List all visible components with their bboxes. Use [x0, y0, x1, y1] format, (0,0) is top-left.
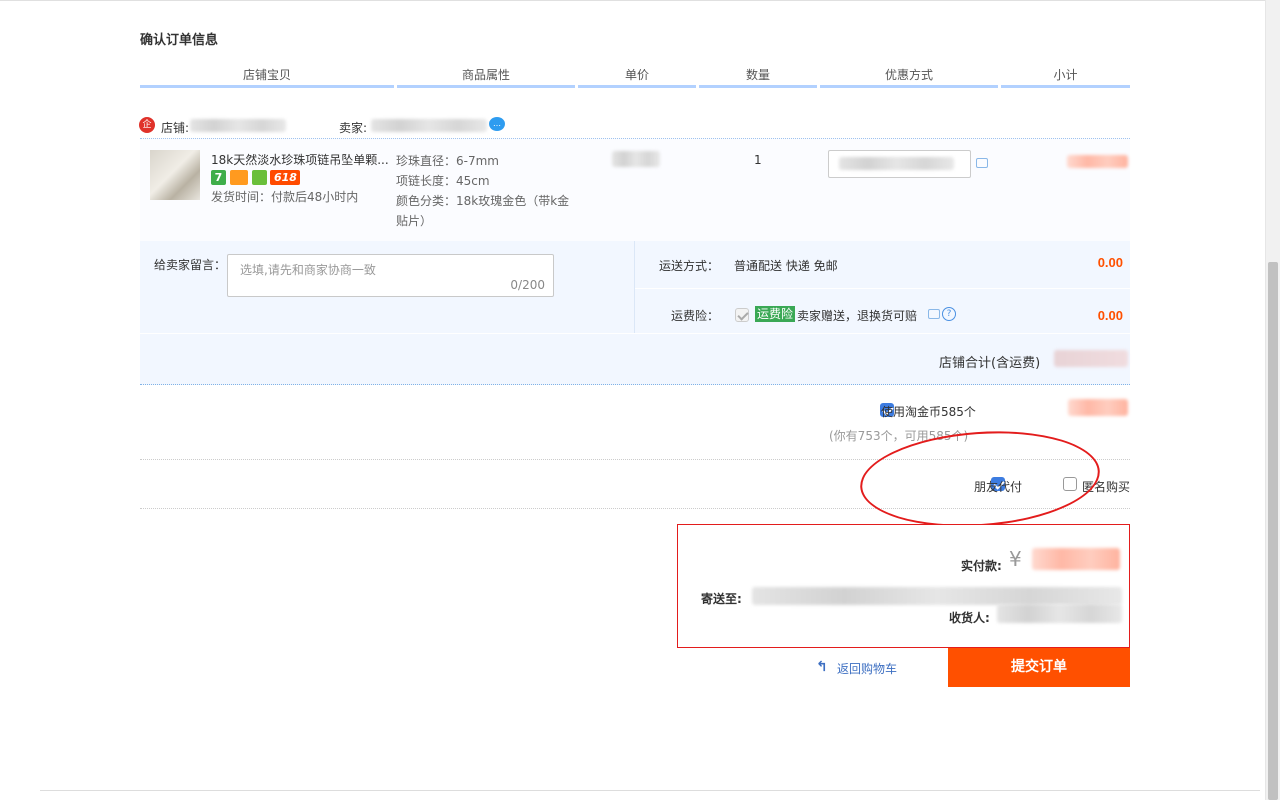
- shipping-price: 0.00: [1097, 255, 1123, 270]
- insurance-tag: 运费险: [755, 306, 796, 322]
- promo-618-icon: 618: [270, 170, 301, 185]
- back-arrow-icon[interactable]: ↰: [816, 659, 828, 675]
- item-quantity: 1: [754, 153, 762, 167]
- insurance-price: 0.00: [1097, 308, 1123, 323]
- chat-icon[interactable]: …: [489, 117, 505, 131]
- message-label: 给卖家留言：: [154, 258, 227, 272]
- discount-info-icon[interactable]: [976, 158, 988, 168]
- panel-divider-v: [634, 241, 635, 333]
- insurance-chat-icon[interactable]: [928, 309, 940, 319]
- unit-price: [612, 151, 660, 167]
- message-textarea[interactable]: 选填,请先和商家协商一致 0/200: [227, 254, 554, 297]
- message-counter: 0/200: [510, 278, 545, 292]
- insurance-text: 卖家赠送，退换货可赔: [797, 309, 918, 323]
- item-thumbnail[interactable]: [150, 150, 200, 200]
- insurance-checkbox[interactable]: [735, 308, 749, 322]
- seven-day-return-icon: 7: [211, 170, 226, 185]
- panel-divider-h2: [140, 333, 1130, 334]
- item-attr-color: 颜色分类：18k玫瑰金色（带k金: [396, 194, 570, 208]
- col-header-price: 单价: [578, 68, 696, 88]
- insurance-help-icon[interactable]: ?: [942, 307, 956, 321]
- discount-select[interactable]: [828, 150, 971, 178]
- item-attr-diameter: 珍珠直径：6-7mm: [396, 154, 499, 168]
- ship-to-address: [752, 587, 1122, 605]
- coins-deduction-value: [1068, 399, 1128, 416]
- guarantee-icon: [251, 170, 267, 185]
- footer-divider: [40, 790, 1260, 791]
- col-header-qty: 数量: [699, 68, 817, 88]
- seller-name[interactable]: [371, 119, 487, 132]
- coins-label[interactable]: 使用淘金币585个: [881, 403, 976, 420]
- shipping-method-value: 普通配送 快递 免邮: [734, 259, 838, 273]
- seller-label: 卖家:: [339, 121, 368, 135]
- shop-total-label: 店铺合计(含运费): [939, 356, 1041, 371]
- item-subtotal: [1067, 155, 1128, 168]
- submit-order-button[interactable]: 提交订单: [948, 648, 1130, 687]
- shop-total-value: [1054, 350, 1128, 367]
- shop-label: 店铺:: [161, 121, 190, 135]
- credit-card-icon: [229, 170, 248, 185]
- shop-name[interactable]: [190, 119, 286, 132]
- currency-symbol: ¥: [1009, 547, 1022, 571]
- shipping-method-label: 运送方式：: [659, 259, 720, 273]
- item-ship-time: 发货时间：付款后48小时内: [211, 190, 359, 204]
- shop-icon: 企: [139, 117, 155, 133]
- item-attr-length: 项链长度：45cm: [396, 174, 490, 188]
- col-header-attrs: 商品属性: [397, 68, 575, 88]
- order-summary-box: [677, 524, 1130, 648]
- receiver-label: 收货人:: [949, 611, 990, 625]
- page-title: 确认订单信息: [140, 33, 219, 48]
- scrollbar-thumb[interactable]: [1268, 262, 1278, 800]
- col-header-subtotal: 小计: [1001, 68, 1130, 88]
- back-to-cart-link[interactable]: 返回购物车: [837, 660, 897, 677]
- item-attr-color-cont: 贴片）: [396, 214, 433, 228]
- paid-label: 实付款:: [961, 559, 1002, 573]
- col-header-shop-item: 店铺宝贝: [140, 68, 394, 88]
- receiver-name: [997, 604, 1122, 623]
- message-placeholder: 选填,请先和商家协商一致: [240, 263, 376, 277]
- item-badges: 7 618: [211, 170, 301, 186]
- insurance-label: 运费险：: [671, 309, 720, 323]
- item-name-link[interactable]: 18k天然淡水珍珠项链吊坠单颗...: [211, 151, 389, 168]
- paid-amount: [1032, 548, 1120, 570]
- panel-divider-h1: [635, 288, 1130, 289]
- ship-to-label: 寄送至:: [701, 592, 742, 606]
- top-border: [0, 0, 1265, 1]
- col-header-discount: 优惠方式: [820, 68, 998, 88]
